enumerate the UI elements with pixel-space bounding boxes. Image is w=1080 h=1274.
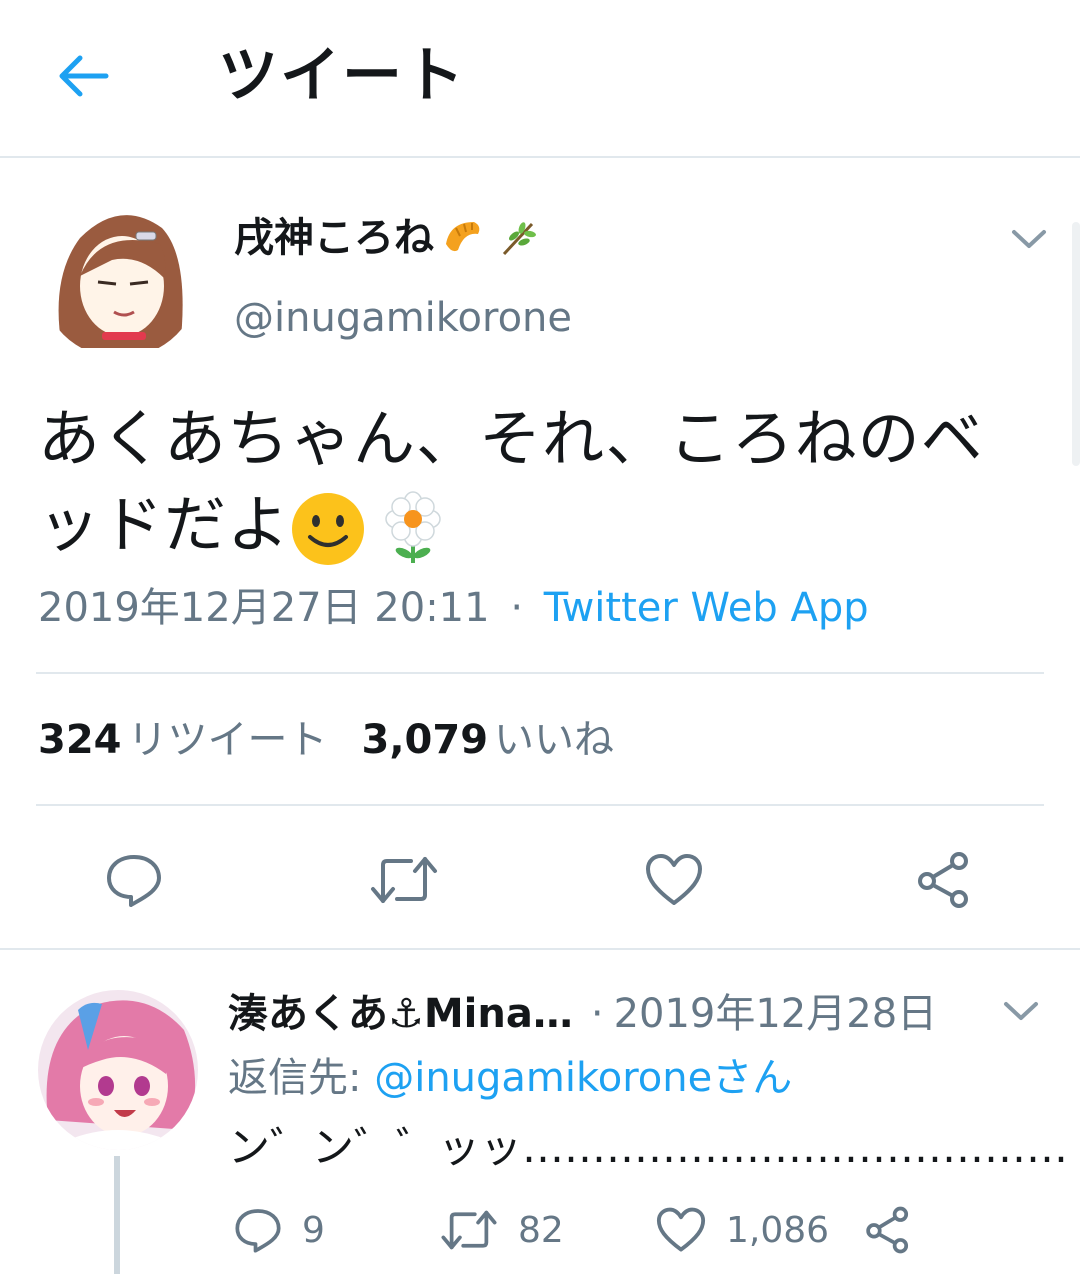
reply-to-line: 返信先: @inugamikoroneさん (228, 1050, 792, 1106)
retweet-icon (371, 857, 437, 903)
retweet-count[interactable]: 324 (38, 717, 122, 763)
tweet-source-link[interactable]: Twitter Web App (544, 585, 869, 631)
share-icon (866, 1206, 909, 1254)
retweet-button[interactable] (364, 840, 444, 920)
reply-menu-button[interactable] (1000, 992, 1042, 1028)
reply-actions: 9 82 1,086 (228, 1198, 1028, 1262)
tweet-timestamp[interactable]: 2019年12月27日 20:11 (38, 585, 490, 631)
reply-retweet-count: 82 (518, 1209, 564, 1251)
like-button[interactable] (634, 840, 714, 920)
reply-author-avatar[interactable] (38, 990, 198, 1150)
author-avatar[interactable] (40, 198, 200, 358)
reply-date[interactable]: 2019年12月28日 (614, 986, 938, 1042)
reply-share-button[interactable] (864, 1198, 912, 1262)
reply-button[interactable] (94, 840, 174, 920)
flower-emoji (385, 491, 441, 563)
reply-icon (235, 1209, 281, 1253)
like-count[interactable]: 3,079 (362, 717, 489, 763)
like-label[interactable]: いいね (494, 717, 614, 763)
like-icon (656, 1207, 706, 1252)
author-name[interactable]: 戌神ころね (234, 210, 542, 266)
reply-reply-button[interactable]: 9 (234, 1198, 325, 1262)
reply-reply-count: 9 (302, 1209, 325, 1251)
retweet-label[interactable]: リツイート (128, 717, 328, 763)
reply-to-prefix: 返信先: (228, 1055, 375, 1101)
back-button[interactable] (52, 46, 116, 106)
chevron-down-icon (1012, 230, 1046, 248)
reply-to-suffix[interactable]: さん (712, 1055, 792, 1101)
top-bar: ツイート (0, 0, 1080, 158)
chevron-down-icon (1004, 1002, 1038, 1020)
tweet-text: あくあちゃん、それ、ころねのベ ッドだよ (38, 396, 1048, 568)
retweet-icon (441, 1210, 497, 1250)
scrollbar[interactable] (1072, 222, 1080, 466)
divider (36, 672, 1044, 674)
smiley-emoji (292, 492, 365, 565)
herb-emoji (502, 222, 536, 256)
reply-to-mention[interactable]: @inugamikorone (374, 1055, 712, 1101)
tweet-actions (0, 840, 1080, 920)
author-handle[interactable]: @inugamikorone (234, 290, 572, 346)
tweet-menu-button[interactable] (1006, 218, 1052, 258)
reply-like-button[interactable]: 1,086 (656, 1198, 829, 1262)
author-name-text: 戌神ころね (234, 215, 434, 261)
like-icon (646, 854, 702, 905)
divider (0, 948, 1080, 950)
reply-retweet-button[interactable]: 82 (440, 1198, 564, 1262)
tweet-stats: 324 リツイート 3,079 いいね (38, 712, 648, 768)
tweet-meta: 2019年12月27日 20:11 · Twitter Web App (38, 580, 869, 636)
share-icon (918, 852, 968, 908)
reply-like-count: 1,086 (726, 1209, 830, 1251)
reply-meta-separator: · (590, 991, 604, 1037)
divider (36, 804, 1044, 806)
croissant-emoji (446, 222, 480, 252)
thread-line (114, 1156, 120, 1274)
share-button[interactable] (904, 840, 984, 920)
back-arrow-icon (59, 55, 109, 97)
reply-author-name[interactable]: 湊あくあ⚓Mina… (228, 986, 573, 1042)
tweet-text-line-2-text: ッドだよ (38, 488, 291, 561)
tweet-text-line-1: あくあちゃん、それ、ころねのベ (38, 402, 984, 475)
reply-text: ン゛ン゛゛ッッ………………………………… (228, 1123, 1069, 1172)
reply-icon (107, 855, 161, 907)
meta-separator: · (510, 585, 524, 631)
reply-header: 湊あくあ⚓Mina… · 2019年12月28日 (228, 986, 937, 1042)
page-title: ツイート (218, 41, 466, 111)
tweet-text-line-2: ッドだよ (38, 482, 1048, 568)
